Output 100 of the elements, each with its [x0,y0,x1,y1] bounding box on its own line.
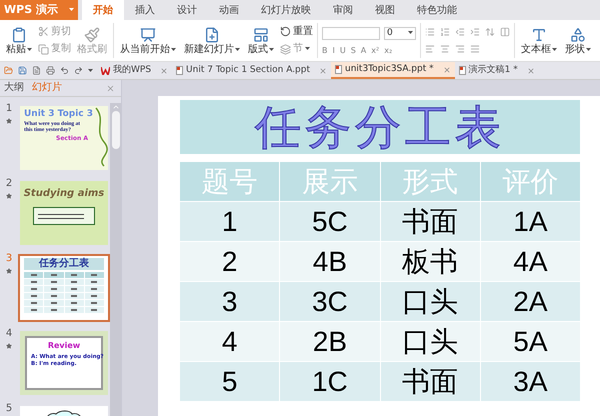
ribbon-button[interactable]: 版式 [246,26,276,54]
menu-tab[interactable]: 开始 [82,0,124,20]
caret-icon [171,48,176,52]
shapes-icon [570,26,586,42]
table-cell: 书面 [380,362,480,401]
ribbon-button[interactable]: 文本框 [519,26,559,54]
caret-icon [552,48,557,52]
ribbon-button[interactable]: 从当前开始 [118,26,178,54]
close-icon[interactable] [319,66,328,74]
slide-number: 2 [6,179,12,189]
close-icon[interactable] [442,66,451,74]
indent-icon[interactable] [470,26,480,37]
font-style-button[interactable]: U [340,46,346,54]
font-style-button[interactable]: S [350,46,356,54]
table-header-cell: 形式 [380,162,480,201]
w-logo-icon [101,66,110,74]
scroll-thumb[interactable] [112,111,120,149]
menu-tab[interactable]: 特色功能 [406,0,468,20]
table-cell: 3A [480,362,580,401]
table-cell: 5 [180,362,280,401]
table-cell: 2 [180,242,280,281]
thumbnail-title: 任务分工表 [24,258,104,270]
tab-label: 演示文稿1 * [468,66,518,75]
document-tab[interactable]: 演示文稿1 * [454,62,539,79]
animation-star-icon [6,268,12,274]
font-style-button[interactable]: I [332,46,335,54]
layout-icon [253,26,269,42]
redo-icon[interactable] [74,66,83,75]
layers-icon [280,44,291,55]
close-icon[interactable] [526,66,535,74]
menu-tab[interactable]: 插入 [124,0,166,20]
thumbnail-title: Studying aims [24,189,104,199]
table-cell: 2A [480,282,580,321]
font-style-button[interactable]: x² [371,46,380,54]
ribbon-button[interactable]: 新建幻灯片 [182,26,242,54]
save-icon[interactable] [18,66,27,75]
table-cell: 1C [280,362,380,401]
ribbon-button[interactable]: 重置 [280,26,313,38]
table-cell: 口头 [380,282,480,321]
table-cell: 4 [180,322,280,361]
undo-icon[interactable] [60,66,69,75]
menu-tab[interactable]: 动画 [208,0,250,20]
panel-tab[interactable]: 大纲 [2,83,26,93]
font-style-button[interactable]: B [322,46,328,54]
scroll-up-icon[interactable] [112,103,120,111]
open-icon[interactable] [4,66,13,75]
table-header-cell: 展示 [280,162,380,201]
print-icon[interactable] [46,66,55,75]
caret-icon [408,31,413,35]
tab-label: unit3Topic3SA.ppt * [345,65,434,74]
ribbon-button[interactable]: 形状 [563,26,593,54]
file-icon [335,65,342,74]
copy-icon [38,44,49,55]
document-tab[interactable]: unit3Topic3SA.ppt * [331,62,455,79]
font-name-field[interactable] [322,26,380,40]
slide-number: 1 [6,104,12,114]
animation-star-icon [6,343,12,349]
slide-number: 4 [6,329,12,339]
align-left-icon[interactable] [425,44,435,54]
bullet-list-icon[interactable] [425,26,435,37]
menu-tab[interactable]: 视图 [364,0,406,20]
numbered-list-icon[interactable] [440,26,450,37]
table-cell: 5C [280,202,380,241]
slide-number: 5 [6,404,12,414]
line-spacing-icon[interactable] [485,26,495,37]
font-style-button[interactable]: x₂ [384,46,392,54]
scrollbar[interactable] [110,103,121,416]
close-icon[interactable] [106,84,115,92]
clipboard-icon [11,26,27,42]
document-tab[interactable]: 我的WPS [97,62,172,79]
font-size-field[interactable]: 0 [384,26,416,40]
menu-tab[interactable]: 幻灯片放映 [250,0,322,20]
menu-tab[interactable]: 设计 [166,0,208,20]
thumbnail-title: Unit 3 Topic 3 [24,110,94,119]
ribbon-button[interactable]: 粘贴 [4,26,34,54]
caret-icon [235,48,240,52]
caret-icon [269,48,274,52]
slide-thumbnail[interactable]: Studying aims [20,181,108,245]
tab-label: Unit 7 Topic 1 Section A.ppt [186,66,310,75]
table-cell: 4A [480,242,580,281]
caret-icon [69,8,74,12]
align-center-icon[interactable] [440,44,450,54]
reset-icon [280,26,291,38]
slide-number: 3 [6,254,12,264]
columns-icon[interactable] [500,26,510,37]
document-tab[interactable]: Unit 7 Topic 1 Section A.ppt [172,62,332,79]
outdent-icon[interactable] [455,26,465,37]
table-cell: 2B [280,322,380,361]
align-right-icon[interactable] [455,44,465,54]
slide-thumbnail[interactable]: 任务分工表 [20,256,108,320]
caret-icon [88,68,93,72]
table-cell: 书面 [380,202,480,241]
font-style-button[interactable]: A [360,46,366,54]
caret-icon [305,47,310,52]
document-icon[interactable] [32,66,41,75]
presentation-icon [140,26,156,42]
new-page-icon [204,26,220,42]
menu-tab[interactable]: 审阅 [322,0,364,20]
close-icon[interactable] [160,66,168,74]
justify-icon[interactable] [470,44,480,54]
